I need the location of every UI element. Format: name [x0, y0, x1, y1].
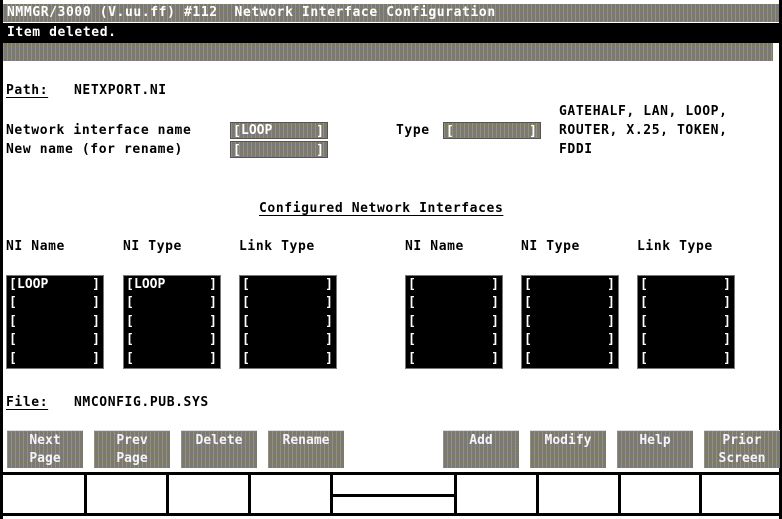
col-header-ni-name-1: NI Name — [6, 239, 65, 254]
new-name-field[interactable]: [ ] — [230, 141, 328, 158]
next-page-button[interactable]: Next Page — [7, 430, 83, 468]
softkey-slot-8[interactable] — [702, 475, 779, 513]
col-header-ni-name-2: NI Name — [405, 239, 464, 254]
table-row[interactable]: [] — [240, 276, 336, 294]
table-row[interactable]: [] — [124, 313, 220, 331]
col-header-ni-type-2: NI Type — [521, 239, 580, 254]
ni-name-field[interactable]: [ ] — [230, 122, 328, 139]
command-label: Command: — [38, 62, 101, 77]
type-options-hint-1: GATEHALF, LAN, LOOP, — [559, 104, 728, 119]
softkey-slot-3[interactable] — [169, 475, 251, 513]
command-input[interactable] — [83, 43, 763, 61]
table-row[interactable]: [] — [522, 350, 618, 368]
ni-name-label: Network interface name — [6, 123, 192, 138]
softkey-slot-2[interactable] — [87, 475, 169, 513]
type-label: Type — [396, 123, 430, 138]
ni-type-column-1: [LOOP] [] [] [] [] — [123, 275, 221, 369]
modify-button[interactable]: Modify — [530, 430, 606, 468]
link-type-column-2: [] [] [] [] [] — [637, 275, 735, 369]
table-row[interactable]: [] — [240, 294, 336, 312]
ni-name-input[interactable] — [241, 123, 315, 138]
prior-screen-button[interactable]: Prior Screen — [704, 430, 780, 468]
type-options-hint-3: FDDI — [559, 142, 593, 157]
path-value: NETXPORT.NI — [74, 83, 167, 98]
command-bar: Command: — [3, 43, 773, 77]
softkey-label-bar — [3, 472, 779, 516]
file-label: File: — [6, 395, 49, 410]
softkey-slot-6[interactable] — [539, 475, 621, 513]
path-label: Path: — [6, 83, 49, 98]
table-row[interactable]: [] — [7, 313, 103, 331]
type-field[interactable]: [ ] — [443, 122, 541, 139]
ni-name-column-1: [LOOP] [] [] [] [] — [6, 275, 104, 369]
table-row[interactable]: [] — [406, 276, 502, 294]
col-header-link-type-2: Link Type — [637, 239, 713, 254]
title-bar: NMMGR/3000 (V.uu.ff) #112 Network Interf… — [3, 4, 779, 22]
softkey-slot-7[interactable] — [621, 475, 702, 513]
softkey-slot-5[interactable] — [457, 475, 539, 513]
table-row[interactable]: [] — [638, 294, 734, 312]
table-row[interactable]: [] — [406, 350, 502, 368]
ni-type-column-2: [] [] [] [] [] — [521, 275, 619, 369]
table-row[interactable]: [] — [522, 276, 618, 294]
center-divider — [333, 494, 454, 497]
table-row[interactable]: [] — [638, 350, 734, 368]
status-message: Item deleted. — [3, 23, 779, 43]
col-header-ni-type-1: NI Type — [123, 239, 182, 254]
add-button[interactable]: Add — [443, 430, 519, 468]
table-row[interactable]: [] — [638, 276, 734, 294]
table-row[interactable]: [] — [124, 350, 220, 368]
table-row[interactable]: [] — [522, 294, 618, 312]
rename-button[interactable]: Rename — [268, 430, 344, 468]
table-row[interactable]: [] — [638, 313, 734, 331]
softkey-slot-4[interactable] — [251, 475, 333, 513]
table-row[interactable]: [] — [7, 294, 103, 312]
table-row[interactable]: [] — [522, 331, 618, 349]
help-button[interactable]: Help — [617, 430, 693, 468]
table-row[interactable]: [] — [124, 294, 220, 312]
delete-button[interactable]: Delete — [181, 430, 257, 468]
table-row[interactable]: [] — [240, 313, 336, 331]
terminal-screen: NMMGR/3000 (V.uu.ff) #112 Network Interf… — [0, 0, 782, 519]
softkey-slot-center — [333, 475, 457, 513]
configured-heading: Configured Network Interfaces — [259, 201, 504, 216]
table-row[interactable]: [] — [638, 331, 734, 349]
table-row[interactable]: [] — [406, 313, 502, 331]
new-name-input[interactable] — [241, 142, 315, 157]
table-row[interactable]: [] — [406, 294, 502, 312]
col-header-link-type-1: Link Type — [239, 239, 315, 254]
file-value: NMCONFIG.PUB.SYS — [74, 395, 209, 410]
table-row[interactable]: [] — [7, 331, 103, 349]
type-options-hint-2: ROUTER, X.25, TOKEN, — [559, 123, 728, 138]
prev-page-button[interactable]: Prev Page — [94, 430, 170, 468]
table-row[interactable]: [] — [406, 331, 502, 349]
softkey-slot-1[interactable] — [3, 475, 87, 513]
table-row[interactable]: [] — [522, 313, 618, 331]
type-input[interactable] — [454, 123, 528, 138]
table-row[interactable]: [LOOP] — [124, 276, 220, 294]
table-row[interactable]: [] — [240, 331, 336, 349]
table-row[interactable]: [] — [124, 331, 220, 349]
ni-name-column-2: [] [] [] [] [] — [405, 275, 503, 369]
link-type-column-1: [] [] [] [] [] — [239, 275, 337, 369]
table-row[interactable]: [] — [7, 350, 103, 368]
ni-name-cell: LOOP — [17, 277, 49, 292]
table-row[interactable]: [LOOP] — [7, 276, 103, 294]
new-name-label: New name (for rename) — [6, 142, 183, 157]
ni-type-cell: LOOP — [134, 277, 166, 292]
table-row[interactable]: [] — [240, 350, 336, 368]
